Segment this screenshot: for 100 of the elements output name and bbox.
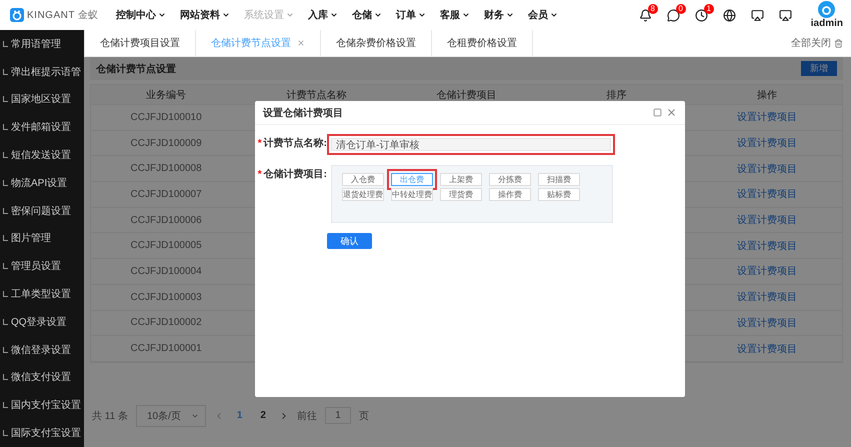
set-fee-link[interactable]: 设置计费项目: [736, 187, 797, 202]
sidebar-item[interactable]: 发件邮箱设置: [0, 113, 84, 142]
tab[interactable]: 仓租费价格设置: [432, 30, 533, 56]
sidebar-item[interactable]: 国际支付宝设置: [0, 419, 84, 447]
field-label: 计费节点名称:: [264, 138, 327, 149]
tab[interactable]: 仓储计费项目设置: [84, 30, 196, 56]
branch-icon: [3, 40, 8, 47]
close-icon[interactable]: [666, 107, 677, 118]
screen-icon[interactable]: [778, 8, 792, 22]
set-fee-link[interactable]: 设置计费项目: [736, 316, 797, 330]
table-cell: CCJFJD100005: [130, 240, 202, 252]
globe-icon[interactable]: [722, 8, 736, 22]
sidebar-item[interactable]: 密保问题设置: [0, 196, 84, 225]
set-fee-link[interactable]: 设置计费项目: [736, 238, 797, 253]
fee-option[interactable]: 上架费: [440, 173, 482, 186]
set-fee-link[interactable]: 设置计费项目: [736, 342, 797, 356]
branch-icon: [3, 152, 8, 158]
nav-menu-item[interactable]: 网站资料: [180, 8, 230, 22]
branch-icon: [3, 263, 8, 270]
set-fee-link[interactable]: 设置计费项目: [736, 110, 797, 124]
table-cell: CCJFJD100003: [130, 292, 202, 303]
caret-icon: [330, 11, 338, 19]
logo-icon: [10, 8, 24, 22]
field-label: 仓储计费项目:: [264, 169, 327, 180]
brand-suffix: 金蚁: [78, 8, 98, 22]
nav-menu-item[interactable]: 订单: [396, 8, 426, 22]
sidebar-item[interactable]: 管理员设置: [0, 252, 84, 280]
branch-icon: [3, 318, 8, 325]
count-badge: 8: [648, 4, 658, 14]
sidebar-item[interactable]: 短信发送设置: [0, 141, 84, 169]
table-cell: CCJFJD100007: [130, 188, 202, 200]
caret-icon: [158, 11, 166, 19]
node-name-field[interactable]: 清仓订单-订单审核: [331, 138, 611, 151]
nav-menu-item[interactable]: 入库: [308, 8, 338, 22]
branch-icon: [3, 430, 8, 436]
screen-icon[interactable]: [750, 8, 764, 22]
close-icon[interactable]: [297, 39, 305, 47]
branch-icon: [3, 346, 8, 353]
fee-option[interactable]: 贴标费: [538, 188, 580, 201]
fee-option[interactable]: 扫描费: [538, 173, 580, 186]
nav-menu-item[interactable]: 控制中心: [116, 8, 166, 22]
fee-option[interactable]: 分拣费: [489, 173, 531, 186]
page-size-select[interactable]: 10条/页: [136, 404, 206, 427]
chat-icon[interactable]: [666, 8, 680, 22]
branch-icon: [3, 374, 8, 380]
maximize-icon[interactable]: [653, 108, 662, 117]
fee-option[interactable]: 中转处理费: [391, 188, 433, 201]
page-number[interactable]: 2: [255, 410, 271, 422]
caret-icon: [462, 11, 470, 19]
table-cell: CCJFJD100001: [130, 343, 202, 354]
sidebar-item[interactable]: 国家地区设置: [0, 86, 84, 114]
goto-label: 前往: [296, 410, 317, 423]
branch-icon: [3, 68, 8, 75]
count-badge: 1: [704, 4, 714, 14]
nav-menu-item[interactable]: 财务: [484, 8, 514, 22]
table-cell: CCJFJD100009: [130, 138, 202, 149]
branch-icon: [3, 124, 8, 130]
nav-menu-item[interactable]: 仓储: [352, 8, 382, 22]
sidebar-item[interactable]: 工单类型设置: [0, 280, 84, 308]
goto-page-field[interactable]: 1: [324, 407, 351, 424]
caret-icon: [374, 11, 382, 19]
set-fee-link[interactable]: 设置计费项目: [736, 213, 797, 228]
fee-option[interactable]: 理货费: [440, 188, 482, 201]
caret-icon: [550, 11, 558, 19]
set-fee-link[interactable]: 设置计费项目: [736, 162, 797, 176]
table-cell: CCJFJD100002: [130, 317, 202, 328]
confirm-button[interactable]: 确认: [327, 233, 372, 249]
caret-icon: [222, 11, 230, 19]
fee-option[interactable]: 操作费: [489, 188, 531, 201]
required-mark: *: [258, 138, 262, 149]
set-fee-link[interactable]: 设置计费项目: [736, 136, 797, 150]
caret-icon: [418, 11, 426, 19]
fee-option[interactable]: 退货处理费: [342, 188, 384, 201]
sidebar-item[interactable]: 物流API设置: [0, 168, 84, 197]
sidebar-item[interactable]: 图片管理: [0, 224, 84, 252]
column-header: 操作: [692, 85, 842, 105]
sidebar-item[interactable]: 微信登录设置: [0, 336, 84, 364]
nav-menu-item[interactable]: 会员: [528, 8, 558, 22]
fee-option[interactable]: 入仓费: [342, 173, 384, 186]
caret-icon: [286, 11, 294, 19]
avatar-icon[interactable]: [818, 1, 836, 18]
close-all-button[interactable]: 全部关闭: [791, 30, 851, 56]
branch-icon: [3, 291, 8, 298]
set-fee-link[interactable]: 设置计费项目: [736, 290, 797, 304]
sidebar-item[interactable]: QQ登录设置: [0, 308, 84, 336]
table-cell: CCJFJD100004: [130, 266, 202, 277]
clock-icon[interactable]: [694, 8, 708, 22]
sidebar-item[interactable]: 常用语管理: [0, 30, 84, 58]
column-header: 业务编号: [91, 85, 242, 105]
required-mark: *: [258, 169, 262, 180]
sidebar-item[interactable]: 弹出框提示语管: [0, 58, 84, 86]
sidebar-item[interactable]: 国内支付宝设置: [0, 391, 84, 420]
nav-menu-item[interactable]: 客服: [440, 8, 470, 22]
bell-icon[interactable]: [638, 8, 652, 22]
sidebar-item[interactable]: 微信支付设置: [0, 364, 84, 392]
set-fee-link[interactable]: 设置计费项目: [736, 264, 797, 278]
add-button[interactable]: 新增: [801, 61, 837, 76]
user-name: iadmin: [810, 18, 843, 29]
caret-icon: [506, 11, 514, 19]
tab[interactable]: 仓储杂费价格设置: [321, 30, 432, 56]
